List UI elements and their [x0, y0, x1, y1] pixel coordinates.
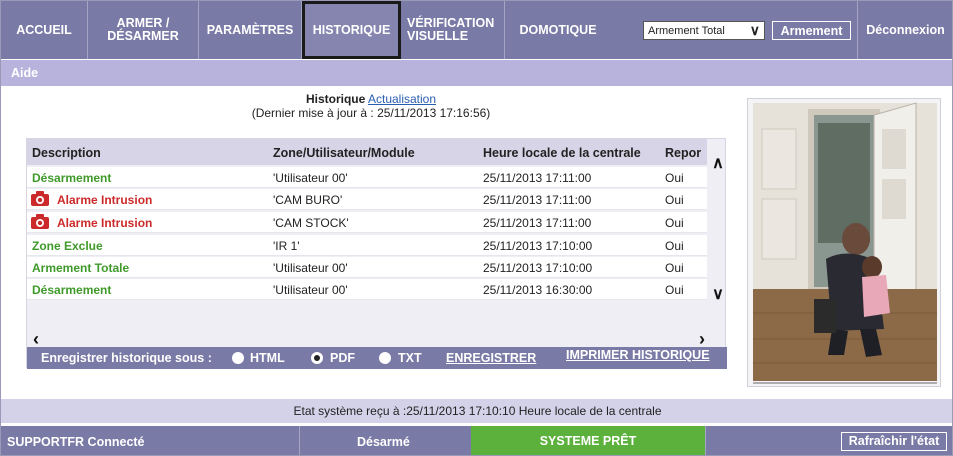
- arm-button[interactable]: Armement: [772, 21, 851, 40]
- system-ready-badge: SYSTEME PRÊT: [471, 426, 705, 455]
- chevron-down-icon: ∨: [749, 22, 760, 38]
- separator: [299, 426, 300, 455]
- arm-button-label: Armement: [780, 23, 843, 38]
- row-report: Oui: [665, 239, 684, 253]
- save-history-bar: Enregistrer historique sous : HTML PDF T…: [27, 347, 727, 369]
- nav-accueil[interactable]: ACCUEIL: [1, 1, 88, 59]
- row-report: Oui: [665, 283, 684, 297]
- refresh-state-button[interactable]: Rafraîchir l'état: [841, 432, 947, 451]
- row-time: 25/11/2013 17:11:00: [483, 171, 592, 185]
- row-zone: 'Utilisateur 00': [273, 171, 348, 185]
- save-format-label: Enregistrer historique sous :: [41, 351, 212, 365]
- row-description: Désarmement: [32, 171, 112, 185]
- row-description: Armement Totale: [32, 261, 130, 275]
- camera-icon[interactable]: [31, 191, 49, 206]
- table-row[interactable]: Désarmement 'Utilisateur 00' 25/11/2013 16…: [27, 279, 707, 300]
- row-zone: 'CAM BURO': [273, 193, 343, 207]
- help-link[interactable]: Aide: [11, 66, 38, 80]
- table-row[interactable]: Alarme Intrusion 'CAM BURO' 25/11/2013 17:…: [27, 189, 707, 210]
- nav-verification-visuelle[interactable]: VÉRIFICATION VISUELLE: [401, 1, 505, 59]
- row-zone: 'CAM STOCK': [273, 216, 349, 230]
- nav-label: PARAMÈTRES: [206, 22, 294, 37]
- print-history-link[interactable]: IMPRIMER HISTORIQUE: [566, 348, 710, 362]
- row-time: 25/11/2013 17:10:00: [483, 239, 593, 253]
- format-label-txt: TXT: [398, 351, 422, 365]
- refresh-link[interactable]: Actualisation: [368, 92, 436, 106]
- row-zone: 'Utilisateur 00': [273, 261, 348, 275]
- radio-html[interactable]: [232, 352, 244, 364]
- scroll-up-icon[interactable]: ∧: [709, 153, 727, 172]
- nav-label: ARMER / DÉSARMER: [107, 16, 179, 43]
- row-description: Alarme Intrusion: [57, 193, 153, 207]
- column-header-zone[interactable]: Zone/Utilisateur/Module: [273, 146, 415, 160]
- history-table-panel: Description Zone/Utilisateur/Module Heur…: [26, 138, 727, 369]
- system-ready-label: SYSTEME PRÊT: [539, 434, 637, 448]
- app-window: ACCUEIL ARMER / DÉSARMER PARAMÈTRES HIST…: [0, 0, 953, 456]
- column-header-report[interactable]: Repor: [665, 146, 701, 160]
- connection-status: SUPPORTFR Connecté: [7, 435, 145, 449]
- format-label-html: HTML: [250, 351, 285, 365]
- nav-label: DOMOTIQUE: [519, 22, 597, 37]
- photo-illustration: [753, 102, 937, 384]
- status-line-text: Etat système reçu à :25/11/2013 17:10:10…: [293, 404, 662, 418]
- row-zone: 'IR 1': [273, 239, 300, 253]
- history-header: Historique Actualisation (Dernier mise à…: [1, 92, 741, 120]
- nav-parametres[interactable]: PARAMÈTRES: [199, 1, 302, 59]
- row-description: Alarme Intrusion: [57, 216, 153, 230]
- row-description: Zone Exclue: [32, 239, 103, 253]
- row-time: 25/11/2013 16:30:00: [483, 283, 593, 297]
- radio-pdf[interactable]: [311, 352, 323, 364]
- row-report: Oui: [665, 193, 684, 207]
- nav-label: ACCUEIL: [16, 22, 72, 37]
- row-report: Oui: [665, 216, 684, 230]
- table-row[interactable]: Armement Totale 'Utilisateur 00' 25/11/201…: [27, 257, 707, 278]
- row-time: 25/11/2013 17:10:00: [483, 261, 593, 275]
- arming-mode-value: Armement Total: [648, 24, 725, 37]
- save-link[interactable]: ENREGISTRER: [446, 351, 536, 365]
- row-report: Oui: [665, 171, 684, 185]
- table-header: Description Zone/Utilisateur/Module Heur…: [27, 139, 707, 165]
- nav-label: VÉRIFICATION VISUELLE: [407, 16, 495, 43]
- row-description: Désarmement: [32, 283, 112, 297]
- logout-label: Déconnexion: [866, 23, 945, 37]
- row-time: 25/11/2013 17:11:00: [483, 216, 592, 230]
- history-title: Historique: [305, 92, 366, 106]
- nav-domotique[interactable]: DOMOTIQUE: [505, 1, 611, 59]
- column-header-description[interactable]: Description: [32, 146, 101, 160]
- table-row[interactable]: Zone Exclue 'IR 1' 25/11/2013 17:10:00 Oui: [27, 235, 707, 256]
- arming-state: Désarmé: [357, 435, 410, 449]
- row-zone: 'Utilisateur 00': [273, 283, 348, 297]
- radio-txt[interactable]: [379, 352, 391, 364]
- arming-mode-select[interactable]: Armement Total ∨: [643, 21, 765, 40]
- bottom-status-bar: SUPPORTFR Connecté Désarmé SYSTEME PRÊT …: [1, 426, 952, 455]
- family-photo: [747, 98, 941, 387]
- row-report: Oui: [665, 261, 684, 275]
- nav-armer-desarmer[interactable]: ARMER / DÉSARMER: [88, 1, 199, 59]
- scroll-down-icon[interactable]: ∨: [709, 284, 727, 303]
- column-header-time[interactable]: Heure locale de la centrale: [483, 146, 641, 160]
- refresh-state-label: Rafraîchir l'état: [848, 434, 940, 448]
- system-status-line: Etat système reçu à :25/11/2013 17:10:10…: [1, 399, 952, 423]
- table-row[interactable]: Désarmement 'Utilisateur 00' 25/11/2013 17…: [27, 167, 707, 188]
- nav-historique[interactable]: HISTORIQUE: [302, 1, 401, 59]
- format-label-pdf: PDF: [330, 351, 355, 365]
- table-row[interactable]: Alarme Intrusion 'CAM STOCK' 25/11/2013 17…: [27, 212, 707, 233]
- last-update-text: (Dernier mise à jour à : 25/11/2013 17:1…: [251, 106, 491, 120]
- nav-label: HISTORIQUE: [312, 22, 391, 37]
- camera-icon[interactable]: [31, 214, 49, 229]
- logout-button[interactable]: Déconnexion: [857, 1, 952, 59]
- help-bar: Aide: [1, 60, 952, 86]
- row-time: 25/11/2013 17:11:00: [483, 193, 592, 207]
- separator: [705, 426, 706, 455]
- top-navigation: ACCUEIL ARMER / DÉSARMER PARAMÈTRES HIST…: [1, 1, 952, 59]
